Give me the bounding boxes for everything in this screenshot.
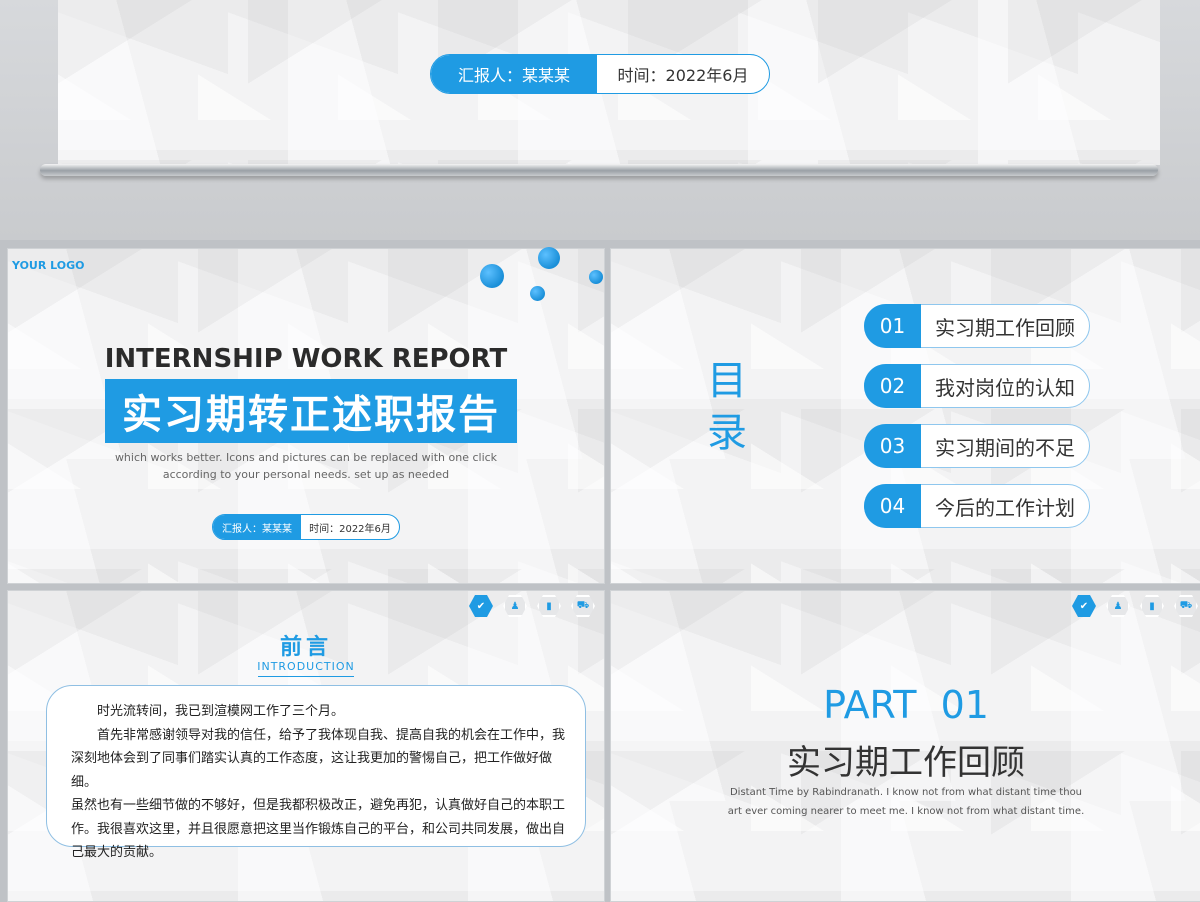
preface-line: 深刻地体会到了同事们踏实认真的工作态度，这让我更加的警惕自己，把工作做好做细。 xyxy=(71,751,553,790)
decor-dot xyxy=(530,286,545,301)
toc-item-number: 01 xyxy=(864,304,921,348)
cover-reporter-pill: 汇报人：某某某 时间：2022年6月 xyxy=(212,514,400,540)
toc-slide[interactable]: 目 录 01 实习期工作回顾 02 我对岗位的认知 03 实习期间的不足 04 … xyxy=(610,248,1200,584)
toc-heading-char: 目 xyxy=(707,358,747,404)
toc-item-02[interactable]: 02 我对岗位的认知 xyxy=(864,364,1090,408)
bar-icon[interactable]: ▮ xyxy=(1140,595,1164,617)
part-description-line: art ever coming nearer to meet me. I kno… xyxy=(727,806,1085,817)
preface-paragraph: 时光流转间，我已到渲模网工作了三个月。 xyxy=(97,704,345,719)
toc-item-number: 02 xyxy=(864,364,921,408)
cover-subtitle-line: according to your personal needs. set up… xyxy=(162,468,450,481)
cover-reporter-label: 汇报人：某某某 xyxy=(213,515,301,539)
toc-heading: 目 录 xyxy=(705,355,749,459)
toc-item-03[interactable]: 03 实习期间的不足 xyxy=(864,424,1090,468)
top-reporter-label: 汇报人：某某某 xyxy=(431,55,597,93)
person-icon[interactable]: ♟ xyxy=(503,595,527,617)
chart-icon[interactable]: ✔ xyxy=(1072,595,1096,617)
cover-slide[interactable]: YOUR LOGO INTERNSHIP WORK REPORT 实习期转正述职… xyxy=(7,247,605,584)
decor-dot xyxy=(538,247,560,269)
part-label: PART 01 xyxy=(823,683,989,727)
preface-line: 己最大的贡献。 xyxy=(71,845,163,860)
top-slide-preview[interactable]: 汇报人：某某某 时间：2022年6月 xyxy=(58,0,1160,165)
cover-title-cn: 实习期转正述职报告 xyxy=(105,379,517,443)
preface-slide[interactable]: ✔ ♟ ▮ ⛟ 前言 INTRODUCTION 时光流转间，我已到渲模网工作了三… xyxy=(7,590,605,902)
preface-line: 作。我很喜欢这里，并且很愿意把这里当作锻炼自己的平台，和公司共同发展，做出自 xyxy=(71,821,566,837)
truck-icon[interactable]: ⛟ xyxy=(1174,595,1198,617)
logo: YOUR LOGO xyxy=(12,259,85,272)
toc-item-number: 04 xyxy=(864,484,921,528)
cover-subtitle-line: which works better. Icons and pictures c… xyxy=(114,451,498,464)
part-description: Distant Time by Rabindranath. I know not… xyxy=(611,783,1200,821)
toc-item-label: 实习期工作回顾 xyxy=(935,315,1075,340)
projector-bar xyxy=(40,164,1158,176)
top-reporter-pill: 汇报人：某某某 时间：2022年6月 xyxy=(430,54,770,94)
decor-dot xyxy=(480,264,504,288)
toc-item-number: 03 xyxy=(864,424,921,468)
toc-item-label: 我对岗位的认知 xyxy=(935,375,1075,400)
preface-subtitle: INTRODUCTION xyxy=(257,660,355,673)
decor-dot xyxy=(589,270,603,284)
part-description-line: Distant Time by Rabindranath. I know not… xyxy=(729,787,1083,798)
chart-icon[interactable]: ✔ xyxy=(469,595,493,617)
truck-icon[interactable]: ⛟ xyxy=(571,595,595,617)
toc-item-label: 实习期间的不足 xyxy=(935,435,1075,460)
cover-title-en: INTERNSHIP WORK REPORT xyxy=(104,344,508,374)
nav-icon-row: ✔ ♟ ▮ ⛟ xyxy=(469,595,595,617)
preface-line: 首先非常感谢领导对我的信任，给予了我体现自我、提高自我的机会在工作中，我 xyxy=(97,727,566,743)
preface-underline xyxy=(258,676,354,677)
person-icon[interactable]: ♟ xyxy=(1106,595,1130,617)
bar-icon[interactable]: ▮ xyxy=(537,595,561,617)
toc-item-label: 今后的工作计划 xyxy=(935,495,1075,520)
toc-item-04[interactable]: 04 今后的工作计划 xyxy=(864,484,1090,528)
preface-body: 时光流转间，我已到渲模网工作了三个月。 首先非常感谢领导对我的信任，给予了我体现… xyxy=(46,685,586,860)
preface-title: 前言 xyxy=(279,635,332,660)
toc-item-01[interactable]: 01 实习期工作回顾 xyxy=(864,304,1090,348)
toc-heading-char: 录 xyxy=(707,410,747,456)
part-title: 实习期工作回顾 xyxy=(787,743,1025,783)
part-slide[interactable]: ✔ ♟ ▮ ⛟ PART 01 实习期工作回顾 Distant Time by … xyxy=(610,590,1200,902)
top-time-label: 时间：2022年6月 xyxy=(617,66,749,85)
cover-time-label: 时间：2022年6月 xyxy=(309,523,391,535)
cover-subtitle: which works better. Icons and pictures c… xyxy=(8,449,604,483)
nav-icon-row: ✔ ♟ ▮ ⛟ xyxy=(1072,595,1198,617)
preface-line: 虽然也有一些细节做的不够好，但是我都积极改正，避免再犯，认真做好自己的本职工 xyxy=(71,798,566,813)
